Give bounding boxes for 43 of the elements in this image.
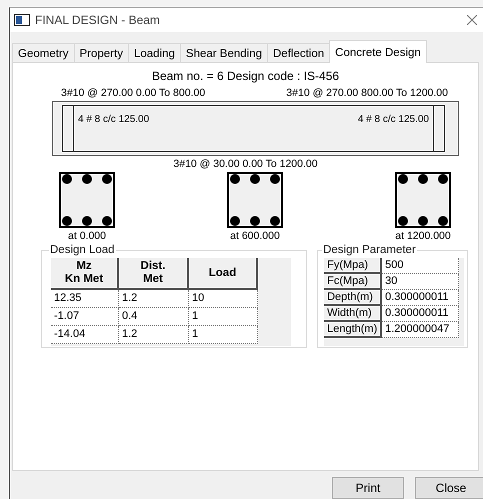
table-cell: -1.07 (51, 308, 119, 326)
group-title: Design Parameter (322, 244, 417, 256)
tab[interactable]: Geometry (12, 43, 74, 63)
table-cell: -14.04 (51, 326, 119, 344)
app-icon (14, 14, 30, 26)
stirrup-label: 4 # 8 c/c 125.00 (356, 113, 430, 127)
table-cell: 1.2 (119, 290, 189, 308)
section-label: at 600.000 (230, 230, 280, 242)
stirrup-label: 4 # 8 c/c 125.00 (77, 113, 150, 127)
window-title: FINAL DESIGN - Beam (35, 13, 161, 27)
top-bar-label: 3#10 @ 270.00 0.00 To 800.00 (61, 87, 206, 99)
parameter-value: 0.300000011 (382, 306, 460, 322)
parameter-value: 0.300000011 (382, 290, 460, 306)
column-header: Load (189, 258, 258, 290)
parameter-name: Fc(Mpa) (324, 274, 382, 290)
tab[interactable]: Concrete Design (329, 40, 427, 63)
column-header: Mz Kn Met (51, 258, 119, 290)
print-button[interactable]: Print (332, 477, 404, 499)
table-cell: 1 (189, 308, 258, 326)
close-button[interactable]: Close (415, 477, 483, 499)
table-cell: 1.2 (119, 326, 189, 344)
column-header: Dist. Met (119, 258, 189, 290)
group-title: Design Load (49, 244, 116, 256)
parameter-value: 30 (382, 274, 460, 290)
table-cell: 10 (189, 290, 258, 308)
parameter-name: Fy(Mpa) (324, 258, 382, 274)
section-drawing (227, 172, 283, 228)
beam-heading: Beam no. = 6 Design code : IS-456 (150, 69, 340, 83)
section-label: at 0.000 (68, 230, 106, 242)
parameter-value: 500 (382, 258, 460, 274)
parameter-value: 1.200000047 (382, 322, 460, 338)
section-drawing (395, 172, 451, 228)
section-label: at 1200.000 (395, 230, 451, 242)
section-drawing (59, 172, 115, 228)
parameter-name: Length(m) (324, 322, 382, 338)
parameter-name: Depth(m) (324, 290, 382, 306)
bottom-bar-label: 3#10 @ 30.00 0.00 To 1200.00 (172, 158, 319, 170)
close-icon[interactable] (467, 15, 477, 25)
parameter-name: Width(m) (324, 306, 382, 322)
top-bar-label: 3#10 @ 270.00 800.00 To 1200.00 (286, 87, 448, 99)
table-cell: 12.35 (51, 290, 119, 308)
table-cell: 1 (189, 326, 258, 344)
table-cell: 0.4 (119, 308, 189, 326)
